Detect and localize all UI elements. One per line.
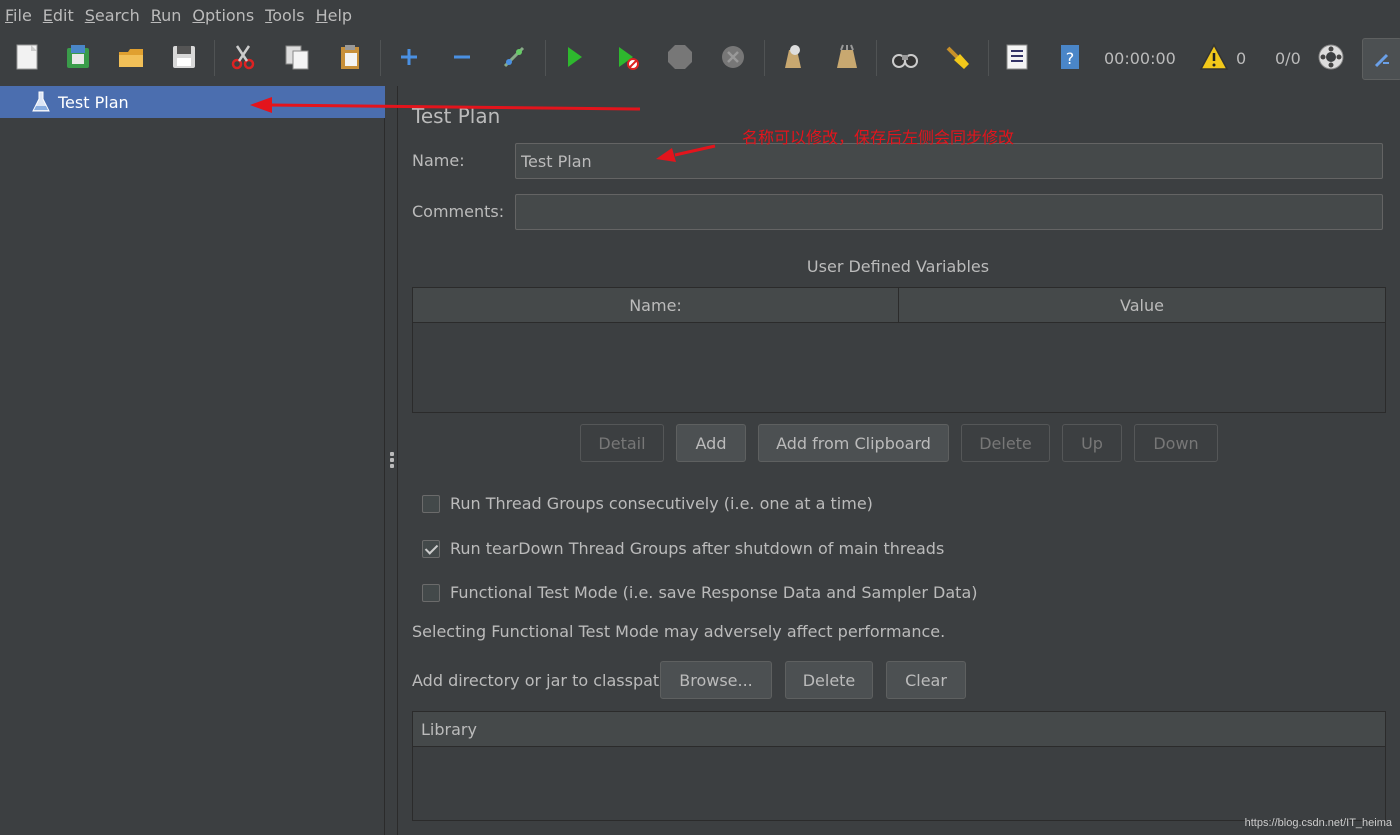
up-button[interactable]: Up xyxy=(1062,424,1122,462)
new-icon[interactable] xyxy=(10,40,44,74)
delete-classpath-button[interactable]: Delete xyxy=(785,661,873,699)
menu-options-label: ptions xyxy=(205,5,255,25)
toolbar-separator xyxy=(876,40,877,76)
menu-file-label: ile xyxy=(13,5,32,25)
library-column[interactable]: Library xyxy=(413,712,1385,747)
comments-label: Comments: xyxy=(412,202,505,221)
elapsed-timer: 00:00:00 xyxy=(1104,49,1176,68)
menu-search-mnemonic: S xyxy=(84,5,95,25)
shutdown-icon[interactable] xyxy=(716,40,750,74)
clear-classpath-button[interactable]: Clear xyxy=(886,661,966,699)
teardown-label: Run tearDown Thread Groups after shutdow… xyxy=(450,539,945,558)
test-plan-tree: Test Plan xyxy=(0,86,385,835)
menu-run-mnemonic: R xyxy=(150,5,162,25)
udv-title: User Defined Variables xyxy=(806,257,990,276)
help-icon[interactable]: ? xyxy=(1053,40,1087,74)
menu-file-mnemonic: F xyxy=(5,5,14,25)
menu-file[interactable]: File xyxy=(5,6,32,25)
warning-icon[interactable] xyxy=(1197,40,1231,74)
clear-all-icon[interactable] xyxy=(829,40,863,74)
menu-help[interactable]: Help xyxy=(316,6,352,25)
paste-icon[interactable] xyxy=(333,40,367,74)
toolbar-separator xyxy=(764,40,765,76)
menu-help-label: elp xyxy=(327,5,353,25)
menu-options[interactable]: Options xyxy=(192,6,254,25)
classpath-label: Add directory or jar to classpath xyxy=(412,671,670,690)
option-consecutive[interactable]: Run Thread Groups consecutively (i.e. on… xyxy=(422,494,873,513)
udv-column-name[interactable]: Name: xyxy=(413,288,899,323)
menu-tools[interactable]: Tools xyxy=(265,6,304,25)
cut-icon[interactable] xyxy=(226,40,260,74)
start-no-pauses-icon[interactable] xyxy=(610,40,644,74)
menu-options-mnemonic: O xyxy=(192,5,206,25)
watermark: https://blog.csdn.net/IT_heima xyxy=(1244,817,1392,829)
functional-mode-label: Functional Test Mode (i.e. save Response… xyxy=(450,583,978,602)
add-from-clipboard-button[interactable]: Add from Clipboard xyxy=(758,424,949,462)
functional-mode-checkbox[interactable] xyxy=(422,583,440,602)
active-threads: 0/0 xyxy=(1275,49,1301,68)
splitter-grip xyxy=(390,464,394,468)
functional-mode-note: Selecting Functional Test Mode may adver… xyxy=(412,622,946,641)
splitter-grip xyxy=(390,458,394,462)
annotation-note: 名称可以修改，保存后左侧会同步修改 xyxy=(742,128,1015,147)
menu-search-label: earch xyxy=(94,5,140,25)
name-label: Name: xyxy=(412,151,465,170)
remote-status-icon[interactable] xyxy=(1314,40,1348,74)
toggle-icon[interactable] xyxy=(497,40,531,74)
test-plan-editor: Test Plan Name: Comments: User Defined V… xyxy=(399,86,1400,835)
tree-node-test-plan[interactable]: Test Plan xyxy=(0,86,385,118)
library-table[interactable]: Library xyxy=(412,711,1386,821)
delete-variable-button[interactable]: Delete xyxy=(961,424,1050,462)
reset-search-icon[interactable] xyxy=(940,40,974,74)
log-viewer-icon xyxy=(1374,53,1389,68)
collapse-icon[interactable] xyxy=(445,40,479,74)
menu-edit-mnemonic: E xyxy=(42,5,53,25)
consecutive-checkbox[interactable] xyxy=(422,494,440,513)
toolbar-separator xyxy=(988,40,989,76)
split-pane-divider[interactable] xyxy=(386,86,398,835)
consecutive-label: Run Thread Groups consecutively (i.e. on… xyxy=(450,494,873,513)
menu-run-label: un xyxy=(161,5,182,25)
clear-icon[interactable] xyxy=(775,40,809,74)
start-icon[interactable] xyxy=(557,40,591,74)
menu-tools-label: ools xyxy=(272,5,305,25)
toolbar: ? 00:00:00 0 0/0 xyxy=(0,32,1400,84)
toolbar-separator xyxy=(214,40,215,76)
panel-title: Test Plan xyxy=(412,104,501,128)
menu-search[interactable]: Search xyxy=(85,6,140,25)
tree-node-label: Test Plan xyxy=(58,92,129,112)
down-button[interactable]: Down xyxy=(1134,424,1218,462)
search-icon[interactable] xyxy=(888,40,922,74)
function-helper-icon[interactable] xyxy=(1000,40,1034,74)
log-viewer-button[interactable] xyxy=(1362,38,1400,80)
save-icon[interactable] xyxy=(167,40,201,74)
warning-count: 0 xyxy=(1236,49,1247,68)
expand-icon[interactable] xyxy=(392,40,426,74)
option-teardown[interactable]: Run tearDown Thread Groups after shutdow… xyxy=(422,539,944,558)
test-plan-icon xyxy=(32,91,50,112)
menu-help-mnemonic: H xyxy=(315,5,328,25)
detail-button[interactable]: Detail xyxy=(580,424,664,462)
stop-icon[interactable] xyxy=(663,40,697,74)
menu-edit-label: dit xyxy=(52,5,74,25)
browse-button[interactable]: Browse... xyxy=(660,661,772,699)
open-icon[interactable] xyxy=(114,40,148,74)
templates-icon[interactable] xyxy=(61,40,95,74)
menu-run[interactable]: Run xyxy=(151,6,182,25)
option-functional-mode[interactable]: Functional Test Mode (i.e. save Response… xyxy=(422,583,978,602)
menu-edit[interactable]: Edit xyxy=(43,6,74,25)
toolbar-separator xyxy=(380,40,381,76)
svg-text:?: ? xyxy=(1066,49,1075,68)
splitter-grip xyxy=(390,452,394,456)
add-button[interactable]: Add xyxy=(676,424,746,462)
copy-icon[interactable] xyxy=(280,40,314,74)
name-field[interactable] xyxy=(515,143,1383,179)
menu-bar: File Edit Search Run Options Tools Help xyxy=(0,0,1400,30)
comments-field[interactable] xyxy=(515,194,1383,230)
udv-table[interactable]: Name: Value xyxy=(412,287,1386,413)
toolbar-separator xyxy=(545,40,546,76)
teardown-checkbox[interactable] xyxy=(422,539,440,558)
udv-column-value[interactable]: Value xyxy=(899,288,1385,323)
